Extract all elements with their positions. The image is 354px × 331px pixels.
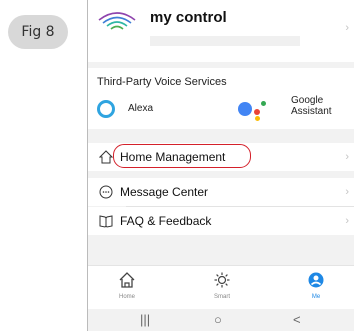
bottom-tab-bar: Home Smart Me [88, 265, 354, 309]
figure-label: Fig 8 [8, 15, 68, 49]
sun-icon [214, 272, 230, 288]
menu-item-home-management[interactable]: Home Management › [88, 143, 354, 171]
voice-services-panel: Third-Party Voice Services Alexa Google … [88, 68, 354, 129]
google-label-line1: Google [291, 95, 324, 106]
chevron-right-icon: › [345, 186, 349, 198]
back-arrow-icon[interactable]: < [293, 312, 301, 327]
phone-screen: my control › Third-Party Voice Services … [87, 0, 354, 331]
chevron-right-icon: › [345, 22, 349, 34]
alexa-label[interactable]: Alexa [128, 103, 153, 114]
account-subtitle-placeholder [150, 36, 300, 46]
book-icon [99, 215, 113, 228]
voice-services-title: Third-Party Voice Services [97, 76, 227, 88]
tab-home-label: Home [118, 294, 135, 300]
tab-me-label: Me [311, 294, 321, 300]
recent-apps-icon[interactable]: ||| [140, 312, 150, 327]
menu-item-faq-feedback[interactable]: FAQ & Feedback › [88, 207, 354, 235]
message-center-label: Message Center [120, 185, 209, 199]
wifi-logo-icon [98, 12, 136, 30]
home-icon [119, 272, 135, 288]
tab-home[interactable]: Home [97, 266, 157, 309]
user-profile-icon [308, 272, 324, 288]
chevron-right-icon: › [345, 151, 349, 163]
google-label-line2: Assistant [291, 106, 332, 117]
home-circle-icon[interactable]: ○ [214, 312, 222, 327]
google-assistant-label[interactable]: Google Assistant [291, 95, 332, 117]
message-bubble-icon [99, 185, 113, 199]
google-assistant-icon[interactable] [238, 98, 268, 121]
tab-smart-label: Smart [213, 294, 230, 300]
system-navigation-bar: ||| ○ < [88, 309, 354, 331]
chevron-right-icon: › [345, 215, 349, 227]
profile-header[interactable]: my control › [88, 0, 354, 62]
tab-smart[interactable]: Smart [192, 266, 252, 309]
account-title: my control [150, 9, 227, 26]
home-outline-icon [99, 150, 113, 164]
home-management-label: Home Management [120, 150, 226, 164]
alexa-icon[interactable] [97, 100, 115, 118]
menu-item-message-center[interactable]: Message Center › [88, 178, 354, 206]
faq-feedback-label: FAQ & Feedback [120, 214, 212, 228]
tab-me[interactable]: Me [286, 266, 346, 309]
